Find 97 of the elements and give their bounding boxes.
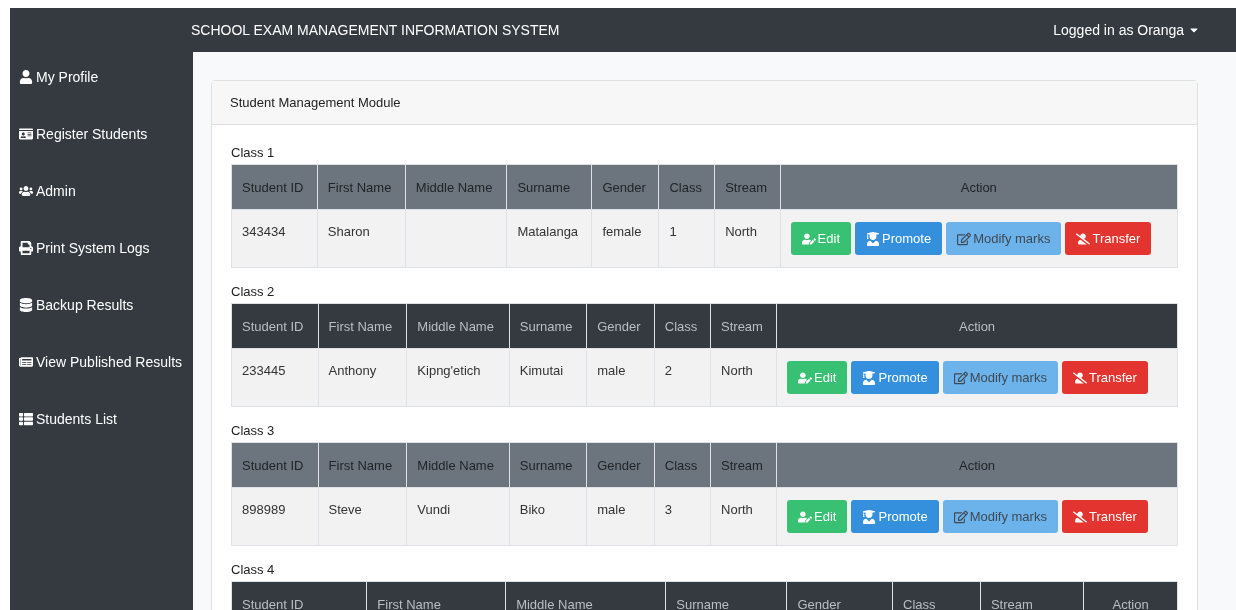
column-header: Surname [665, 581, 787, 610]
column-header: First Name [318, 303, 407, 349]
column-header: Class [892, 581, 981, 610]
graduate-icon [862, 509, 877, 524]
column-header: Gender [586, 303, 655, 349]
user-icon [19, 70, 33, 84]
column-header: Action [776, 442, 1178, 488]
column-header: Surname [506, 164, 592, 210]
graduate-icon [866, 231, 880, 246]
table-cell: 233445 [231, 348, 319, 407]
column-header: First Name [318, 442, 407, 488]
column-header: Student ID [231, 303, 319, 349]
column-header: Student ID [231, 442, 319, 488]
table-cell: 3 [654, 487, 711, 546]
column-header: Action [780, 164, 1178, 210]
column-header: Student ID [231, 164, 318, 210]
table-cell: Vundi [406, 487, 510, 546]
sidebar-item[interactable]: My Profile [10, 68, 193, 86]
sidebar-item[interactable]: Students List [10, 410, 193, 428]
table-cell: Kipng'etich [406, 348, 510, 407]
table-cell: Matalanga [506, 209, 592, 268]
class-label: Class 2 [231, 284, 276, 299]
table-cell: Steve [318, 487, 407, 546]
table-cell: male [586, 348, 655, 407]
modify-button[interactable]: Modify marks [946, 222, 1062, 255]
table-cell: female [591, 209, 659, 268]
column-header: Middle Name [406, 442, 510, 488]
column-header: Middle Name [505, 581, 666, 610]
table-cell: 898989 [231, 487, 319, 546]
table-cell: North [714, 209, 781, 268]
column-header: Surname [509, 303, 587, 349]
table-cell: 343434 [231, 209, 318, 268]
modify-button[interactable]: Modify marks [942, 361, 1058, 394]
user-slash-icon [1072, 509, 1087, 524]
graduate-icon [862, 370, 877, 385]
printer-icon [19, 241, 33, 255]
id-card-icon [19, 127, 33, 141]
edit-icon [953, 370, 968, 385]
table-cell: Sharon [317, 209, 406, 268]
column-header: Stream [710, 303, 777, 349]
sidebar-item[interactable]: Print System Logs [10, 239, 193, 257]
table-cell: North [710, 348, 777, 407]
table-cell: 2 [654, 348, 711, 407]
column-header: Action [776, 303, 1178, 349]
edit-button[interactable]: Edit [787, 500, 848, 533]
sidebar-item[interactable]: Backup Results [10, 296, 193, 314]
sidebar-item[interactable]: Register Students [10, 125, 193, 143]
transfer-button[interactable]: Transfer [1061, 500, 1148, 533]
user-slash-icon [1072, 370, 1087, 385]
column-header: Class [654, 442, 711, 488]
user-slash-icon [1076, 231, 1091, 246]
sidebar-item[interactable]: View Published Results [10, 353, 193, 371]
column-header: Class [658, 164, 715, 210]
newspaper-icon [19, 355, 33, 369]
class-label: Class 4 [231, 562, 276, 577]
column-header: Action [1083, 581, 1178, 610]
column-header: First Name [317, 164, 406, 210]
table-cell: 1 [658, 209, 715, 268]
column-header: Stream [710, 442, 777, 488]
column-header: Gender [591, 164, 659, 210]
table-cell: Kimutai [509, 348, 587, 407]
transfer-button[interactable]: Transfer [1061, 361, 1148, 394]
list-icon [19, 412, 33, 426]
transfer-button[interactable]: Transfer [1065, 222, 1152, 255]
database-icon [19, 298, 33, 312]
column-header: Student ID [231, 581, 367, 610]
column-header: Middle Name [406, 303, 510, 349]
app-title: SCHOOL EXAM MANAGEMENT INFORMATION SYSTEM [191, 22, 560, 38]
column-header: Stream [980, 581, 1084, 610]
users-icon [19, 184, 33, 198]
column-header: Class [654, 303, 711, 349]
card-title: Student Management Module [230, 95, 401, 110]
promote-button[interactable]: Promote [855, 222, 943, 255]
promote-button[interactable]: Promote [851, 361, 939, 394]
column-header: Gender [586, 442, 655, 488]
modify-button[interactable]: Modify marks [942, 500, 1058, 533]
table-cell: male [586, 487, 655, 546]
column-header: Gender [786, 581, 893, 610]
user-pen-icon [798, 370, 813, 385]
table-cell: North [710, 487, 777, 546]
table-cell: Anthony [318, 348, 407, 407]
user-pen-icon [798, 509, 813, 524]
edit-button[interactable]: Edit [790, 222, 851, 255]
edit-icon [953, 509, 968, 524]
column-header: Surname [509, 442, 587, 488]
edit-button[interactable]: Edit [787, 361, 848, 394]
promote-button[interactable]: Promote [851, 500, 939, 533]
table-cell: Biko [509, 487, 587, 546]
column-header: Middle Name [405, 164, 507, 210]
user-pen-icon [801, 231, 816, 246]
class-label: Class 3 [231, 423, 276, 438]
column-header: First Name [366, 581, 506, 610]
edit-icon [957, 231, 972, 246]
user-menu[interactable]: Logged in as Oranga [1053, 22, 1200, 38]
class-label: Class 1 [231, 145, 276, 160]
column-header: Stream [714, 164, 781, 210]
sidebar-item[interactable]: Admin [10, 182, 193, 200]
